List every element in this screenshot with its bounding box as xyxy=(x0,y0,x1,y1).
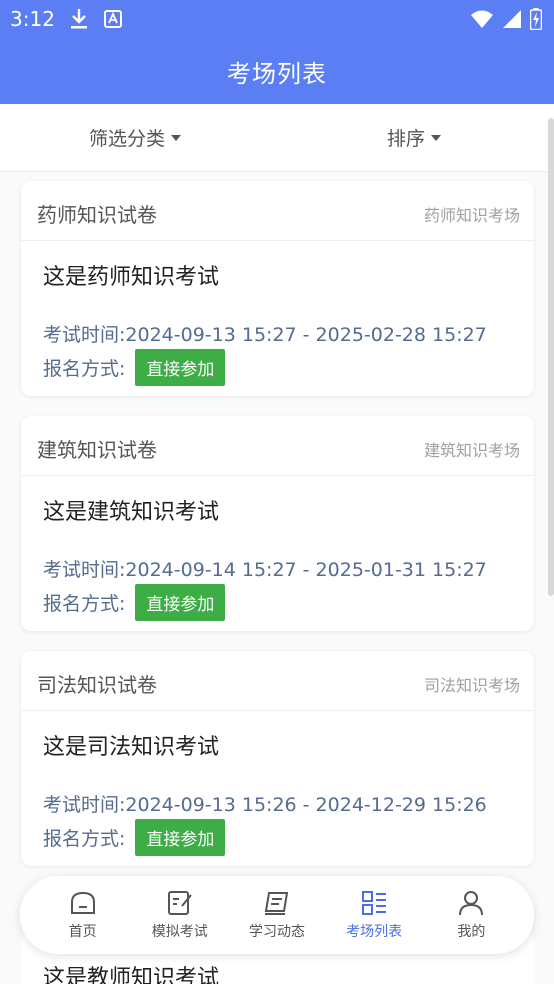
card-header: 药师知识试卷 药师知识考场 xyxy=(21,181,534,241)
card-body: 这是司法知识考试 考试时间:2024-09-13 15:26 - 2024-12… xyxy=(21,711,534,866)
exam-time-row: 考试时间:2024-09-13 15:27 - 2025-02-28 15:27 xyxy=(43,320,487,347)
card-body: 这是建筑知识考试 考试时间:2024-09-14 15:27 - 2025-01… xyxy=(21,476,534,631)
tab-label: 我的 xyxy=(457,924,486,940)
exam-name: 这是司法知识考试 xyxy=(43,735,220,760)
list-grid-icon xyxy=(362,891,387,915)
card-header: 建筑知识试卷 建筑知识考场 xyxy=(21,416,534,476)
card-header: 司法知识试卷 司法知识考场 xyxy=(21,651,534,711)
card-body: 这是药师知识考试 考试时间:2024-09-13 15:27 - 2025-02… xyxy=(21,241,534,396)
tab-exam-list[interactable]: 考场列表 xyxy=(328,889,420,941)
caret-down-icon xyxy=(431,134,442,141)
exam-time-row: 考试时间:2024-09-13 15:26 - 2024-12-29 15:26 xyxy=(43,790,487,817)
bottom-tab-bar: 首页 模拟考试 学习动态 考场列表 我的 xyxy=(20,876,534,954)
venue-name: 药师知识考场 xyxy=(423,206,520,225)
join-button[interactable]: 直接参加 xyxy=(135,584,226,621)
scrollbar[interactable] xyxy=(548,118,554,596)
status-right-icons xyxy=(470,8,542,30)
page-title: 考场列表 xyxy=(227,59,327,88)
status-time: 3:12 xyxy=(10,7,55,31)
battery-icon xyxy=(530,8,542,30)
signup-row: 报名方式: 直接参加 xyxy=(43,819,226,856)
sort-label: 排序 xyxy=(387,128,426,150)
wifi-icon xyxy=(471,10,493,28)
app-notification-icon xyxy=(104,10,122,28)
paper-title: 司法知识试卷 xyxy=(37,673,157,697)
notebook-icon xyxy=(264,892,289,915)
sort-button[interactable]: 排序 xyxy=(387,124,442,151)
status-bar: 3:12 xyxy=(0,0,554,38)
time-range: 2024-09-14 15:27 - 2025-01-31 15:27 xyxy=(125,559,487,581)
edit-paper-icon xyxy=(167,891,192,915)
join-button[interactable]: 直接参加 xyxy=(135,349,226,386)
join-button[interactable]: 直接参加 xyxy=(135,819,226,856)
tab-mock-exam[interactable]: 模拟考试 xyxy=(134,889,226,941)
person-icon xyxy=(459,891,484,916)
exam-card[interactable]: 司法知识试卷 司法知识考场 这是司法知识考试 考试时间:2024-09-13 1… xyxy=(21,651,534,866)
exam-list[interactable]: 药师知识试卷 药师知识考场 这是药师知识考试 考试时间:2024-09-13 1… xyxy=(0,172,554,984)
caret-down-icon xyxy=(171,134,182,141)
time-label: 考试时间: xyxy=(43,794,126,816)
signup-label: 报名方式: xyxy=(43,593,126,615)
exam-card[interactable]: 建筑知识试卷 建筑知识考场 这是建筑知识考试 考试时间:2024-09-14 1… xyxy=(21,416,534,631)
tab-profile[interactable]: 我的 xyxy=(425,889,517,941)
tab-home[interactable]: 首页 xyxy=(37,889,129,941)
category-filter-label: 筛选分类 xyxy=(89,128,166,150)
app-header: 考场列表 xyxy=(0,38,554,104)
time-label: 考试时间: xyxy=(43,324,126,346)
tab-label: 模拟考试 xyxy=(151,924,208,940)
filter-bar: 筛选分类 排序 xyxy=(0,104,554,172)
time-label: 考试时间: xyxy=(43,559,126,581)
download-icon xyxy=(71,9,87,29)
exam-name: 这是教师知识考试 xyxy=(43,966,220,984)
exam-card[interactable]: 药师知识试卷 药师知识考场 这是药师知识考试 考试时间:2024-09-13 1… xyxy=(21,181,534,396)
tab-label: 首页 xyxy=(68,924,97,940)
home-icon xyxy=(70,891,95,914)
tab-label: 考场列表 xyxy=(346,924,403,940)
venue-name: 建筑知识考场 xyxy=(423,441,520,460)
signup-row: 报名方式: 直接参加 xyxy=(43,349,226,386)
signup-label: 报名方式: xyxy=(43,828,126,850)
category-filter-button[interactable]: 筛选分类 xyxy=(89,124,182,151)
paper-title: 建筑知识试卷 xyxy=(37,438,157,462)
status-left-icons xyxy=(70,8,122,30)
signup-row: 报名方式: 直接参加 xyxy=(43,584,226,621)
time-range: 2024-09-13 15:27 - 2025-02-28 15:27 xyxy=(125,324,487,346)
exam-time-row: 考试时间:2024-09-14 15:27 - 2025-01-31 15:27 xyxy=(43,555,487,582)
cell-signal-icon xyxy=(503,10,521,28)
exam-name: 这是药师知识考试 xyxy=(43,265,220,290)
signup-label: 报名方式: xyxy=(43,358,126,380)
tab-study-feed[interactable]: 学习动态 xyxy=(231,889,323,941)
exam-name: 这是建筑知识考试 xyxy=(43,500,220,525)
tab-label: 学习动态 xyxy=(248,924,305,940)
paper-title: 药师知识试卷 xyxy=(37,203,157,227)
venue-name: 司法知识考场 xyxy=(423,676,520,695)
time-range: 2024-09-13 15:26 - 2024-12-29 15:26 xyxy=(125,794,487,816)
